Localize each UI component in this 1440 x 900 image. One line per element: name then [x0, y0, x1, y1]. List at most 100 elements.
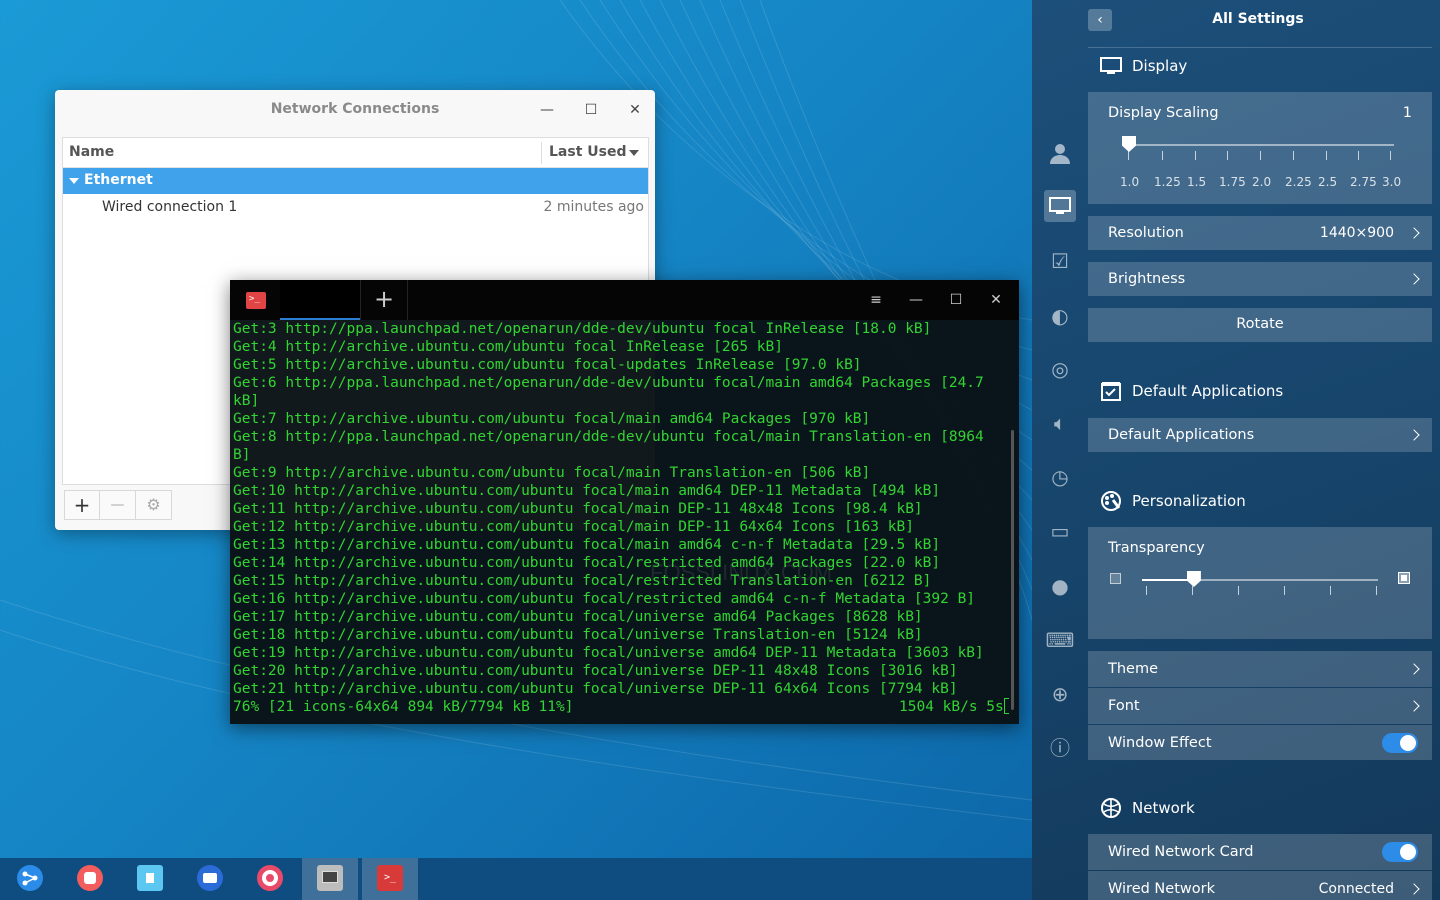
- group-label: Ethernet: [84, 172, 153, 188]
- maximize-button[interactable]: ☐: [579, 98, 603, 122]
- terminal-line: Get:17 http://archive.ubuntu.com/ubuntu …: [233, 609, 923, 625]
- personalization-icon[interactable]: ◐: [1044, 300, 1076, 332]
- mail-icon[interactable]: [182, 858, 238, 900]
- terminal-line: Get:18 http://archive.ubuntu.com/ubuntu …: [233, 627, 923, 643]
- scale-tick: [1128, 151, 1129, 160]
- file-manager-icon[interactable]: [122, 858, 178, 900]
- scale-tick-label: 1.0: [1120, 175, 1140, 189]
- network-section-icon: [1100, 797, 1122, 818]
- gear-icon[interactable]: ⚙: [136, 490, 172, 520]
- list-header: Name Last Used: [63, 138, 648, 168]
- connection-last-used: 2 minutes ago: [543, 199, 644, 215]
- wired-card-toggle[interactable]: [1382, 842, 1418, 862]
- settings-header: ‹ All Settings: [1088, 0, 1440, 44]
- rotate-button[interactable]: Rotate: [1088, 308, 1432, 342]
- launcher-icon[interactable]: [2, 858, 58, 900]
- settings-icon[interactable]: [242, 858, 298, 900]
- update-icon[interactable]: ⊕: [1044, 678, 1076, 710]
- slider-handle[interactable]: [1122, 136, 1136, 152]
- divider: [1088, 47, 1432, 48]
- terminal-line: Get:8 http://ppa.launchpad.net/openarun/…: [233, 429, 984, 445]
- chevron-right-icon: [1408, 429, 1420, 441]
- accounts-icon[interactable]: [1044, 137, 1076, 169]
- screen-recorder-icon[interactable]: [62, 858, 118, 900]
- minimize-button[interactable]: —: [535, 98, 559, 122]
- power-icon[interactable]: ▭: [1044, 515, 1076, 547]
- window-effect-label: Window Effect: [1108, 734, 1212, 751]
- network-icon[interactable]: ◎: [1044, 353, 1076, 385]
- scale-tick-label: 1.25: [1154, 175, 1181, 189]
- scale-tick: [1162, 151, 1163, 160]
- scale-tick: [1390, 151, 1391, 160]
- close-button[interactable]: ✕: [623, 98, 647, 122]
- mouse-icon[interactable]: ●: [1044, 570, 1076, 602]
- transparency-tick: [1376, 586, 1377, 595]
- display-scaling-slider[interactable]: [1124, 144, 1394, 146]
- terminal-output[interactable]: Get:3 http://ppa.launchpad.net/openarun/…: [233, 320, 1009, 724]
- column-last-used-header[interactable]: Last Used: [549, 144, 627, 160]
- display-section-title: Display: [1132, 57, 1188, 75]
- group-ethernet[interactable]: Ethernet: [63, 168, 648, 194]
- terminal-line: Get:16 http://archive.ubuntu.com/ubuntu …: [233, 591, 976, 607]
- connection-row[interactable]: Wired connection 1 2 minutes ago: [63, 194, 648, 222]
- personalization-section-title: Personalization: [1132, 492, 1246, 510]
- close-button[interactable]: ✕: [986, 290, 1006, 310]
- default-apps-icon[interactable]: ☑: [1044, 245, 1076, 277]
- scrollbar[interactable]: [1011, 430, 1014, 710]
- display-icon[interactable]: [1044, 190, 1076, 222]
- slider-handle[interactable]: [1186, 571, 1201, 587]
- scale-tick-label: 3.0: [1382, 175, 1402, 189]
- terminal-line: B]: [233, 447, 251, 463]
- window-effect-toggle[interactable]: [1382, 732, 1418, 753]
- brightness-row[interactable]: Brightness: [1088, 262, 1432, 296]
- font-label: Font: [1108, 698, 1140, 714]
- default-apps-section-title: Default Applications: [1132, 382, 1284, 400]
- column-name-header[interactable]: Name: [69, 144, 114, 160]
- chevron-right-icon: [1408, 227, 1420, 239]
- wired-network-row[interactable]: Wired Network Connected: [1088, 871, 1432, 900]
- display-scaling-value: 1: [1402, 105, 1412, 121]
- theme-row[interactable]: Theme: [1088, 651, 1432, 687]
- menu-icon[interactable]: ≡: [866, 290, 886, 310]
- terminal-tab[interactable]: [280, 280, 360, 320]
- network-connections-icon[interactable]: [302, 858, 358, 900]
- transparency-high-icon: [1398, 572, 1410, 584]
- font-row[interactable]: Font: [1088, 688, 1432, 724]
- column-separator: [541, 142, 542, 164]
- terminal-line: Get:4 http://archive.ubuntu.com/ubuntu f…: [233, 339, 783, 355]
- new-tab-button[interactable]: +: [360, 280, 408, 320]
- terminal-line: Get:15 http://archive.ubuntu.com/ubuntu …: [233, 573, 932, 589]
- terminal-line: Get:19 http://archive.ubuntu.com/ubuntu …: [233, 645, 984, 661]
- resolution-row[interactable]: Resolution 1440×900: [1088, 216, 1432, 250]
- theme-label: Theme: [1108, 661, 1159, 677]
- status-left: 76% [21 icons-64x64 894 kB/7794 kB 11%]: [233, 699, 574, 715]
- transparency-label: Transparency: [1108, 540, 1205, 556]
- resolution-label: Resolution: [1108, 225, 1184, 241]
- terminal-titlebar[interactable]: >_ + ≡ — ☐ ✕: [230, 280, 1019, 320]
- minimize-button[interactable]: —: [906, 290, 926, 310]
- scale-tick: [1227, 151, 1228, 160]
- datetime-icon[interactable]: ◷: [1044, 461, 1076, 493]
- sort-arrow-icon[interactable]: [629, 150, 639, 156]
- remove-connection-button[interactable]: —: [100, 490, 136, 520]
- default-apps-row[interactable]: Default Applications: [1088, 418, 1432, 452]
- info-icon[interactable]: ⓘ: [1044, 732, 1076, 764]
- window-titlebar[interactable]: Network Connections — ☐ ✕: [55, 90, 655, 130]
- terminal-line: Get:12 http://archive.ubuntu.com/ubuntu …: [233, 519, 914, 535]
- maximize-button[interactable]: ☐: [946, 290, 966, 310]
- terminal-line: Get:21 http://archive.ubuntu.com/ubuntu …: [233, 681, 958, 697]
- control-center-panel: ☑ ◐ ◎ 🔈︎ ◷ ▭ ● ⌨ ⊕ ⓘ ‹ All Settings Disp…: [1032, 0, 1440, 900]
- transparency-tick: [1192, 586, 1193, 595]
- expander-icon[interactable]: [69, 178, 79, 184]
- transparency-card: Transparency: [1088, 527, 1432, 639]
- terminal-icon[interactable]: >_: [362, 858, 418, 900]
- add-connection-button[interactable]: +: [64, 490, 100, 520]
- keyboard-icon[interactable]: ⌨: [1044, 624, 1076, 656]
- chevron-right-icon: [1408, 883, 1420, 895]
- sound-icon[interactable]: 🔈︎: [1044, 407, 1076, 439]
- default-apps-label: Default Applications: [1108, 427, 1255, 443]
- connections-toolbar: + — ⚙: [64, 490, 172, 522]
- terminal-line: Get:5 http://archive.ubuntu.com/ubuntu f…: [233, 357, 862, 373]
- chevron-right-icon: [1408, 663, 1420, 675]
- settings-title: All Settings: [1212, 11, 1304, 27]
